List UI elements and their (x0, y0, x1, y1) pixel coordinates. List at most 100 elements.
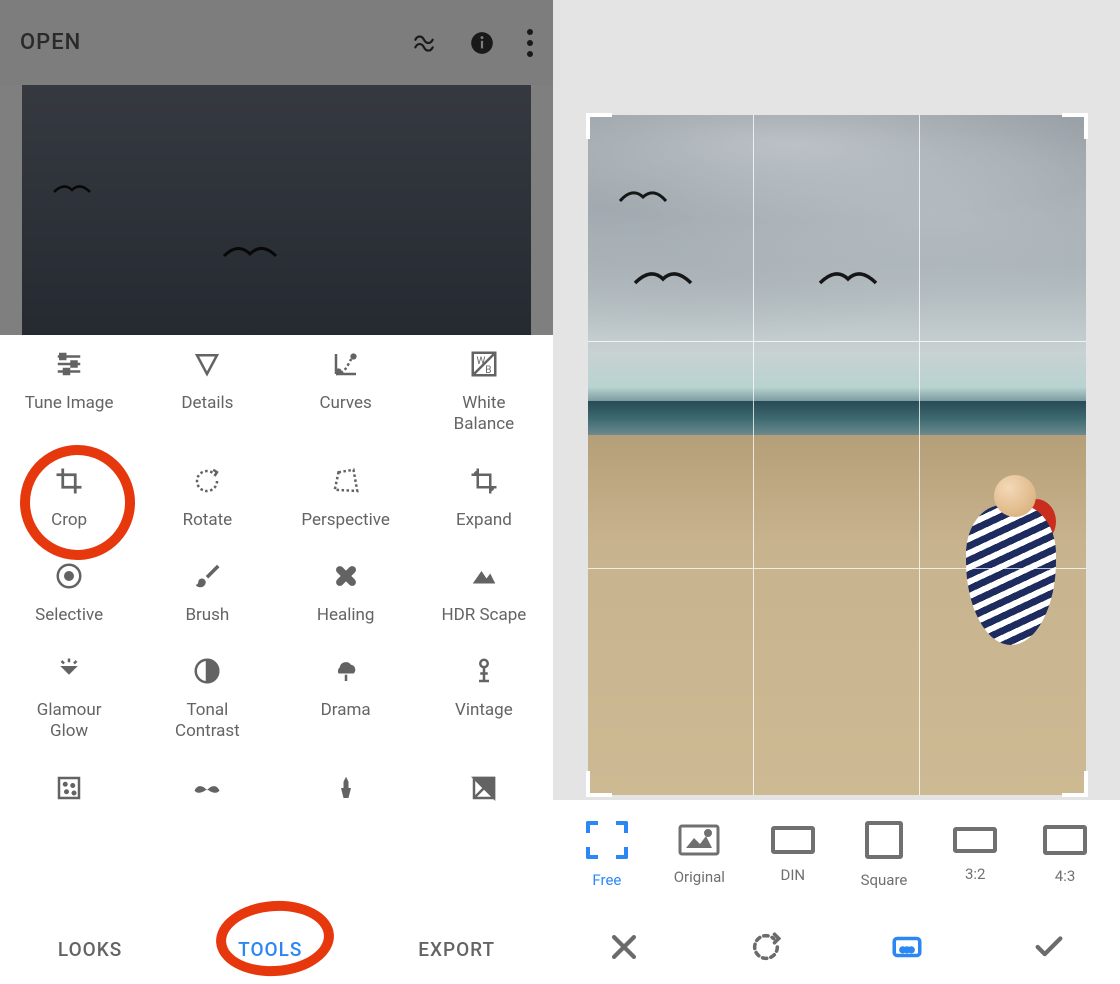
drama-icon (331, 656, 361, 686)
ratio-4-3-icon (1043, 825, 1087, 855)
tool-label: Selective (35, 605, 103, 626)
bird-icon (52, 180, 92, 204)
crop-gridline (919, 115, 920, 795)
details-icon (192, 349, 222, 379)
tool-tune-image[interactable]: Tune Image (4, 349, 134, 436)
tool-rotate[interactable]: Rotate (142, 466, 272, 531)
tool-label: Details (181, 393, 233, 414)
tool-tonal-contrast[interactable]: Tonal Contrast (142, 656, 272, 743)
header-actions (411, 29, 533, 57)
crop-gridline (588, 568, 1086, 569)
landscape-icon (469, 561, 499, 591)
aspect-original[interactable]: Original (674, 824, 725, 886)
aspect-din[interactable]: DIN (771, 826, 815, 884)
white-balance-icon: WB (469, 349, 499, 379)
vintage-icon (469, 656, 499, 686)
tool-grunge[interactable] (281, 773, 411, 803)
tool-label: Perspective (301, 510, 389, 531)
crop-handle-tl[interactable] (586, 113, 612, 139)
tool-details[interactable]: Details (142, 349, 272, 436)
crop-handle-br[interactable] (1062, 771, 1088, 797)
tab-export[interactable]: EXPORT (418, 938, 495, 961)
crop-area[interactable] (553, 0, 1120, 800)
aspect-3-2[interactable]: 3:2 (953, 827, 997, 883)
tool-hdr-scape[interactable]: HDR Scape (419, 561, 549, 626)
tool-drama[interactable]: Drama (281, 656, 411, 743)
tool-healing[interactable]: Healing (281, 561, 411, 626)
rotate-icon (192, 466, 222, 496)
tool-selective[interactable]: Selective (4, 561, 134, 626)
child-subject (956, 475, 1061, 685)
crop-frame[interactable] (588, 115, 1086, 795)
square-aspect-icon (865, 821, 903, 859)
crop-gridline (588, 341, 1086, 342)
aspect-label: 4:3 (1055, 867, 1076, 885)
tool-label: Drama (321, 700, 371, 721)
tool-label: HDR Scape (441, 605, 526, 626)
expand-icon (469, 466, 499, 496)
open-button[interactable]: OPEN (20, 30, 81, 55)
tonal-icon (192, 656, 222, 686)
aspect-label: Original (674, 868, 725, 886)
aspect-4-3[interactable]: 4:3 (1043, 825, 1087, 885)
info-icon[interactable] (469, 30, 495, 56)
crop-handle-tr[interactable] (1062, 113, 1088, 139)
tool-label: Glamour Glow (37, 700, 102, 743)
aspect-label: DIN (780, 866, 805, 884)
bottom-tabs: LOOKS TOOLS EXPORT (0, 914, 553, 984)
tool-vintage[interactable]: Vintage (419, 656, 549, 743)
cancel-button[interactable] (607, 930, 641, 964)
perspective-icon (331, 466, 361, 496)
crop-screen: Free Original DIN Square 3:2 4:3 (553, 0, 1120, 984)
tool-label: White Balance (454, 393, 515, 436)
tool-label: Tonal Contrast (175, 700, 240, 743)
tool-black-white[interactable] (419, 773, 549, 803)
tool-label: Crop (51, 510, 87, 531)
layers-icon[interactable] (411, 30, 437, 56)
glamour-icon (54, 656, 84, 686)
tools-drawer-screen: OPEN Tune Image Details (0, 0, 553, 984)
crop-handle-bl[interactable] (586, 771, 612, 797)
tool-grainy-film[interactable] (4, 773, 134, 803)
bird-icon (633, 265, 693, 297)
tool-crop[interactable]: Crop (4, 466, 134, 531)
confirm-button[interactable] (1032, 930, 1066, 964)
tool-perspective[interactable]: Perspective (281, 466, 411, 531)
aspect-label: 3:2 (965, 865, 986, 883)
grain-icon (54, 773, 84, 803)
tools-grid: Tune Image Details Curves WB White Balan… (0, 335, 553, 984)
tool-glamour-glow[interactable]: Glamour Glow (4, 656, 134, 743)
original-aspect-icon (678, 824, 720, 856)
tool-label: Tune Image (25, 393, 114, 414)
tool-label: Rotate (183, 510, 233, 531)
crop-action-row (553, 910, 1120, 984)
tab-looks[interactable]: LOOKS (58, 938, 122, 961)
aspect-label: Free (592, 871, 621, 889)
free-aspect-icon (586, 821, 628, 859)
tool-curves[interactable]: Curves (281, 349, 411, 436)
tool-label: Vintage (455, 700, 513, 721)
tool-brush[interactable]: Brush (142, 561, 272, 626)
healing-icon (331, 561, 361, 591)
brush-icon (192, 561, 222, 591)
mustache-icon (192, 773, 222, 803)
rotate-button[interactable] (749, 930, 783, 964)
crop-icon (54, 466, 84, 496)
guitar-icon (331, 773, 361, 803)
ratio-3-2-icon (953, 827, 997, 853)
bw-icon (469, 773, 499, 803)
bird-icon (618, 185, 668, 213)
tool-expand[interactable]: Expand (419, 466, 549, 531)
aspect-square[interactable]: Square (861, 821, 908, 889)
tool-label: Healing (317, 605, 375, 626)
aspect-free[interactable]: Free (586, 821, 628, 889)
aspect-toggle-button[interactable] (890, 930, 924, 964)
overflow-menu-icon[interactable] (527, 29, 533, 57)
sliders-icon (54, 349, 84, 379)
tool-retrolux[interactable] (142, 773, 272, 803)
app-header: OPEN (0, 0, 553, 85)
tool-white-balance[interactable]: WB White Balance (419, 349, 549, 436)
tab-tools[interactable]: TOOLS (238, 938, 302, 961)
selective-icon (54, 561, 84, 591)
curves-icon (331, 349, 361, 379)
